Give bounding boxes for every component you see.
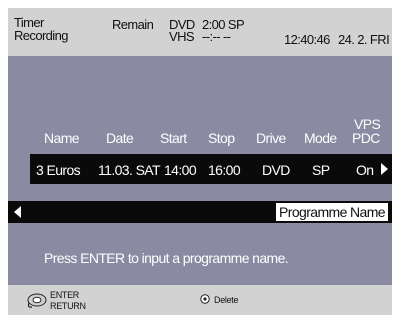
arrow-right-icon[interactable] [381,163,388,175]
delete-label: Delete [214,295,239,305]
instruction-message: Press ENTER to input a programme name. [44,250,289,266]
row-name: 3 Euros [36,162,81,178]
timer-panel: Name Date Start Stop Drive Mode VPS PDC … [8,56,392,285]
row-vps: On [356,162,374,178]
col-pdc: PDC [352,130,380,146]
vhs-remain: --:-- -- [202,29,231,44]
programme-name-bar[interactable]: Programme Name [8,201,392,223]
return-label: RETURN [50,301,86,311]
title-line2: Recording [14,28,68,43]
col-drive: Drive [256,130,286,146]
col-name: Name [44,130,80,146]
remote-navigation-icon [27,293,47,308]
col-mode: Mode [304,130,337,146]
enter-label: ENTER [50,290,80,300]
date: 24. 2. FRI [338,32,390,47]
vhs-label: VHS [169,29,195,44]
row-drive: DVD [262,162,290,178]
timer-recording-screen: Timer Recording Remain DVD 2:00 SP VHS -… [0,0,401,323]
clock: 12:40:46 [284,32,330,47]
col-start: Start [160,130,187,146]
row-start: 14:00 [164,162,197,178]
row-stop: 16:00 [208,162,241,178]
delete-button-icon [200,294,210,304]
col-date: Date [106,130,134,146]
remain-label: Remain [112,17,154,32]
col-stop: Stop [208,130,235,146]
timer-program-row[interactable]: 3 Euros 11.03. SAT 14:00 16:00 DVD SP On [30,154,392,184]
programme-name-field[interactable]: Programme Name [276,203,388,221]
header-bar: Timer Recording Remain DVD 2:00 SP VHS -… [8,8,392,56]
row-mode: SP [312,162,330,178]
row-date: 11.03. SAT [98,162,161,178]
footer-bar: ENTER RETURN Delete [8,285,392,315]
arrow-left-icon[interactable] [14,206,21,218]
